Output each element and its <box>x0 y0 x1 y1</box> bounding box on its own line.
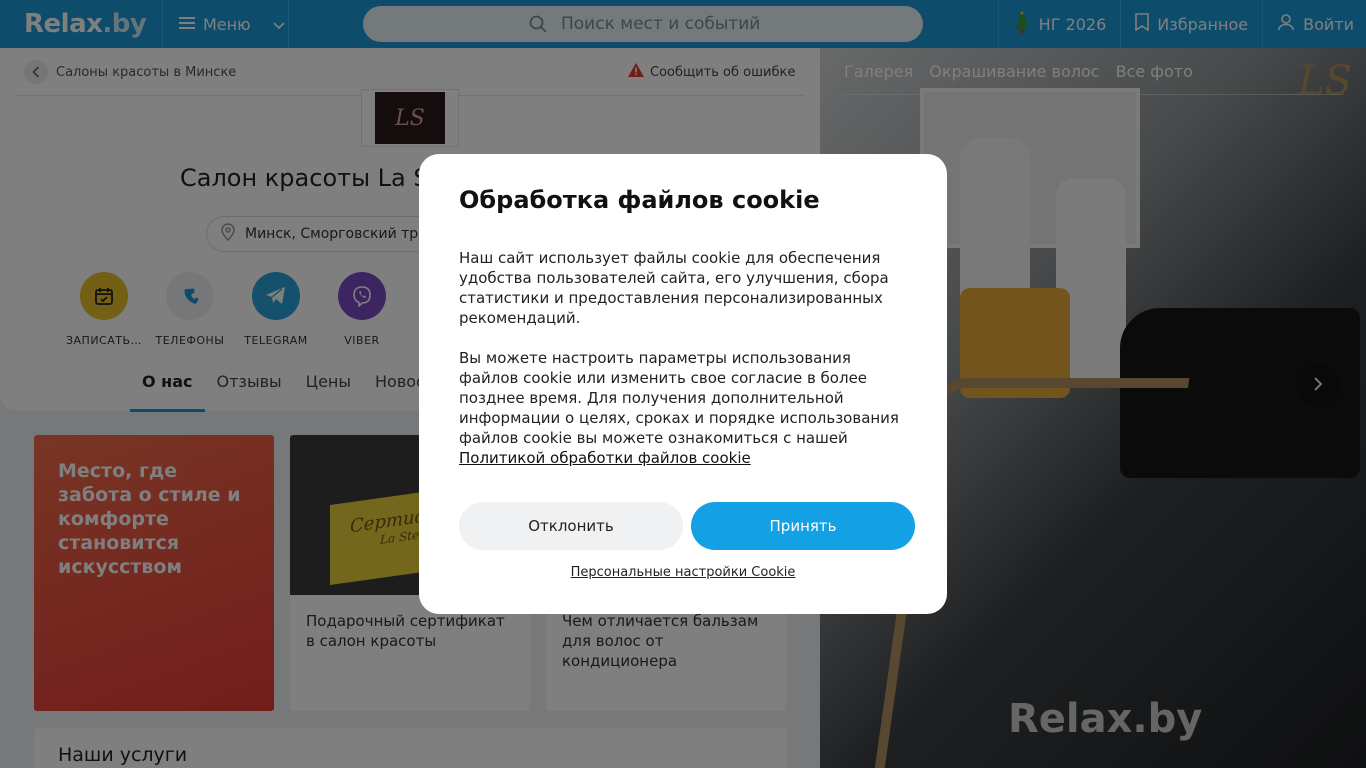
cookie-buttons: Отклонить Принять <box>459 502 915 550</box>
cookie-paragraph-2: Вы можете настроить параметры использова… <box>459 348 907 468</box>
cookie-settings-link[interactable]: Персональные настройки Cookie <box>419 565 947 580</box>
accept-button[interactable]: Принять <box>691 502 915 550</box>
cookie-modal: Обработка файлов cookie Наш сайт использ… <box>419 154 947 614</box>
cookie-policy-link[interactable]: Политикой обработки файлов cookie <box>459 449 751 467</box>
cookie-paragraph-1: Наш сайт использует файлы cookie для обе… <box>459 249 889 327</box>
cookie-modal-title: Обработка файлов cookie <box>459 186 820 214</box>
cookie-paragraph-2-text: Вы можете настроить параметры использова… <box>459 349 899 447</box>
decline-button[interactable]: Отклонить <box>459 502 683 550</box>
